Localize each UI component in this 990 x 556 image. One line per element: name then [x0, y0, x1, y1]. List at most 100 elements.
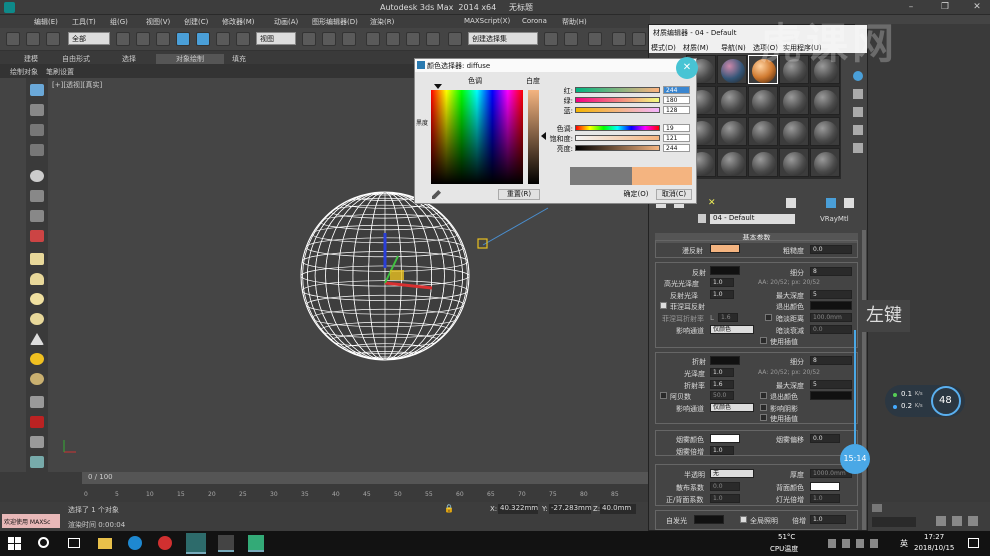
z-coordinate[interactable]: 40.0mm — [600, 504, 636, 514]
edit-named-sel-icon[interactable] — [448, 32, 462, 46]
ior-value[interactable]: 1.6 — [710, 380, 734, 389]
channel-slider[interactable] — [575, 107, 660, 113]
sample-slot[interactable] — [748, 117, 778, 146]
fb-coef-value[interactable]: 1.0 — [710, 494, 740, 503]
refract-exit-color-swatch[interactable] — [810, 391, 852, 400]
menu-item[interactable]: 帮助(H) — [562, 17, 587, 27]
menu-item[interactable]: 视图(V) — [146, 17, 170, 27]
select-object-icon[interactable] — [116, 32, 130, 46]
refract-subdiv-value[interactable]: 8 — [810, 356, 852, 365]
grid-icon[interactable] — [30, 124, 44, 136]
reflect-subdiv-value[interactable]: 8 — [810, 267, 852, 276]
dim-distance-value[interactable]: 100.0mm — [810, 313, 852, 322]
app-red-icon[interactable] — [158, 536, 172, 550]
channel-value[interactable]: 244 — [663, 86, 690, 94]
material-name-field[interactable]: 04 - Default — [710, 214, 795, 224]
timeline[interactable]: 0 / 100 0 5 10 15 20 25 30 35 40 45 50 55 60 65 70 75 80… — [0, 472, 650, 502]
hue-whiteness-field[interactable] — [431, 90, 523, 184]
blackness-bar[interactable] — [528, 90, 539, 184]
reset-button[interactable]: 重置(R) — [498, 189, 540, 200]
select-manipulate-icon[interactable] — [322, 32, 336, 46]
cone-icon[interactable] — [30, 333, 44, 345]
abbe-value[interactable]: 50.0 — [710, 391, 734, 400]
time-slider[interactable]: 0 / 100 — [82, 472, 650, 484]
edge-icon[interactable] — [128, 536, 142, 550]
light-bulb-icon[interactable] — [30, 170, 44, 182]
sample-slot[interactable] — [779, 148, 809, 177]
sample-slot[interactable] — [717, 148, 747, 177]
reflect-interp-checkbox[interactable] — [760, 337, 767, 344]
app-logo-icon[interactable] — [4, 2, 15, 13]
scatter-value[interactable]: 0.0 — [710, 482, 740, 491]
ribbon-tab[interactable]: 填充 — [232, 54, 246, 64]
reflect-swatch[interactable] — [710, 266, 740, 275]
key-mode-icon[interactable] — [872, 504, 882, 512]
maxscript-listener[interactable]: 欢迎使用 MAXSc — [2, 514, 60, 528]
display-icon[interactable] — [30, 144, 44, 156]
close-icon[interactable]: ✕ — [972, 2, 982, 12]
sample-slot[interactable] — [779, 86, 809, 115]
hilight-value[interactable]: 1.0 — [710, 278, 734, 287]
menu-item[interactable]: 动画(A) — [274, 17, 298, 27]
channel-slider[interactable] — [575, 145, 660, 151]
menu-item[interactable]: 组(G) — [110, 17, 128, 27]
refract-maxdepth-value[interactable]: 5 — [810, 380, 852, 389]
tree-icon[interactable] — [30, 436, 44, 448]
menu-item[interactable]: MAXScript(X) — [464, 17, 510, 25]
ribbon-tab[interactable]: 对象绘制 — [156, 54, 224, 64]
ribbon-tab[interactable]: 选择 — [122, 54, 136, 64]
gi-checkbox[interactable] — [740, 516, 747, 523]
channel-value[interactable]: 121 — [663, 134, 690, 142]
reflect-exit-color-swatch[interactable] — [810, 301, 852, 310]
options-icon[interactable] — [853, 107, 863, 117]
backlight-icon[interactable] — [853, 71, 863, 81]
dim-distance-checkbox[interactable] — [765, 314, 772, 321]
link-icon[interactable] — [46, 32, 60, 46]
pivot-icon[interactable] — [302, 32, 316, 46]
close-bubble-icon[interactable]: ✕ — [676, 57, 698, 79]
orbit-icon[interactable] — [968, 516, 978, 526]
move-icon[interactable] — [196, 32, 210, 46]
percent-snap-icon[interactable] — [406, 32, 420, 46]
create-geometry-icon[interactable] — [30, 84, 44, 96]
reference-coordinate-dropdown[interactable]: 视图 — [256, 32, 296, 45]
refract-swatch[interactable] — [710, 356, 740, 365]
window-crossing-icon[interactable] — [176, 32, 190, 46]
x-coordinate[interactable]: 40.322mm — [498, 504, 538, 514]
cancel-button[interactable]: 取消(C) — [656, 189, 692, 200]
material-type-button[interactable]: VRayMtl — [820, 215, 849, 223]
helper-icon[interactable] — [30, 210, 44, 222]
camera-icon[interactable] — [30, 190, 44, 202]
hemisphere-icon[interactable] — [30, 273, 44, 285]
render-icon[interactable] — [632, 32, 646, 46]
ok-button[interactable]: 确定(O) — [620, 189, 652, 200]
channel-slider[interactable] — [575, 125, 660, 131]
menu-item[interactable]: 编辑(E) — [34, 17, 58, 27]
sample-slot[interactable] — [810, 86, 840, 115]
undo-icon[interactable] — [6, 32, 20, 46]
ribbon-tab[interactable]: 建模 — [24, 54, 38, 64]
app-taskbar-icon-3[interactable] — [248, 535, 264, 552]
frame-spinner[interactable] — [872, 517, 916, 527]
select-by-name-icon[interactable] — [136, 32, 150, 46]
menu-item[interactable]: 工具(T) — [72, 17, 96, 27]
reset-map-icon[interactable]: ✕ — [708, 198, 718, 208]
refract-affect-dropdown[interactable]: 仅颜色 — [710, 403, 754, 412]
3dsmax-taskbar-icon[interactable] — [186, 533, 206, 554]
reflect-affect-dropdown[interactable]: 仅颜色 — [710, 325, 754, 334]
align-icon[interactable] — [564, 32, 578, 46]
channel-value[interactable]: 180 — [663, 96, 690, 104]
tray-icons[interactable] — [828, 539, 888, 548]
sample-slot[interactable] — [717, 55, 747, 84]
sun-icon[interactable] — [30, 353, 44, 365]
named-selection-dropdown[interactable]: 创建选择集 — [468, 32, 538, 45]
light-mult-value[interactable]: 1.0 — [810, 494, 840, 503]
snap-icon[interactable] — [366, 32, 380, 46]
reflect-maxdepth-value[interactable]: 5 — [810, 290, 852, 299]
rect-region-icon[interactable] — [156, 32, 170, 46]
background-icon[interactable] — [853, 89, 863, 99]
fog-color-swatch[interactable] — [710, 434, 740, 443]
channel-value[interactable]: 19 — [663, 124, 690, 132]
notification-icon[interactable] — [968, 538, 979, 548]
sample-slot[interactable] — [748, 148, 778, 177]
